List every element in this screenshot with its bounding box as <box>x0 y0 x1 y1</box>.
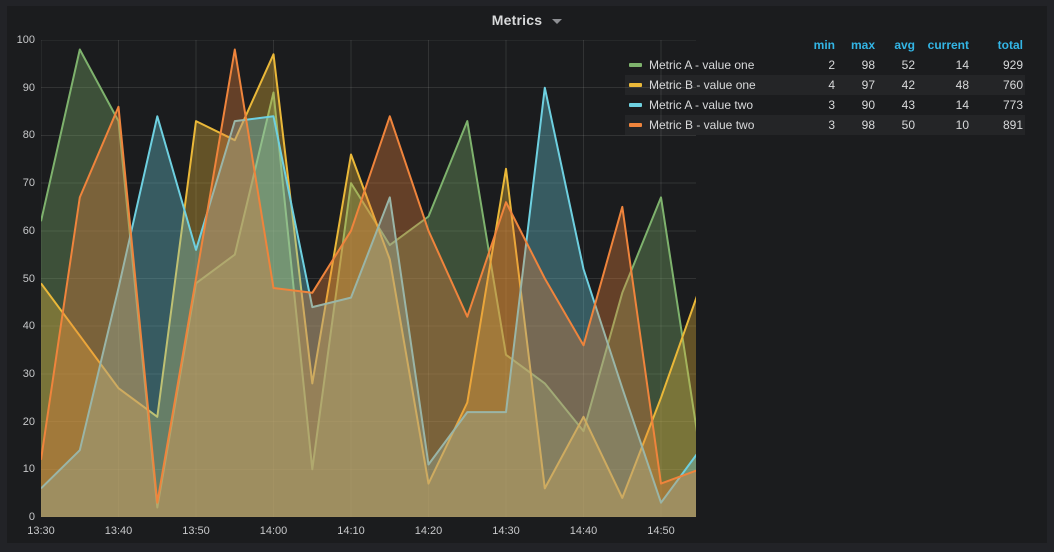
series-color-swatch[interactable] <box>629 103 642 107</box>
legend-row: Metric B - value one 4 97 42 48 760 <box>625 75 1025 95</box>
series-label[interactable]: Metric B - value two <box>649 118 754 132</box>
legend-series-toggle[interactable]: Metric B - value two <box>625 118 793 132</box>
panel-menu-caret-icon <box>552 19 563 24</box>
y-axis-label: 20 <box>22 415 35 428</box>
y-axis-label: 90 <box>22 81 35 94</box>
stat-min: 3 <box>828 118 835 132</box>
stat-current: 14 <box>955 98 969 112</box>
x-axis-label: 13:50 <box>182 525 210 537</box>
y-axis-label: 100 <box>16 34 35 46</box>
stat-min: 4 <box>828 78 835 92</box>
chart-svg <box>41 40 696 517</box>
x-axis-label: 13:30 <box>27 525 55 537</box>
stat-max: 90 <box>861 98 875 112</box>
legend-row: Metric B - value two 3 98 50 10 891 <box>625 115 1025 135</box>
stat-max: 98 <box>861 118 875 132</box>
legend-header-max[interactable]: max <box>837 38 877 52</box>
series-label[interactable]: Metric A - value one <box>649 58 754 72</box>
chart-area[interactable] <box>41 40 696 517</box>
legend-row: Metric A - value one 2 98 52 14 929 <box>625 55 1025 75</box>
series-color-swatch[interactable] <box>629 83 642 87</box>
legend-row: Metric A - value two 3 90 43 14 773 <box>625 95 1025 115</box>
stat-max: 98 <box>861 58 875 72</box>
legend-series-toggle[interactable]: Metric A - value one <box>625 58 793 72</box>
stat-avg: 42 <box>901 78 915 92</box>
stat-max: 97 <box>861 78 875 92</box>
x-axis-label: 14:00 <box>259 525 288 537</box>
legend-table: min max avg current total Metric A - val… <box>625 35 1025 135</box>
x-axis-label: 14:50 <box>647 525 675 537</box>
series-label[interactable]: Metric A - value two <box>649 98 753 112</box>
y-axis-label: 40 <box>22 320 35 333</box>
series-color-swatch[interactable] <box>629 63 642 67</box>
stat-min: 2 <box>828 58 835 72</box>
x-axis-label: 14:10 <box>337 525 365 537</box>
stat-total: 929 <box>1002 58 1023 72</box>
y-axis-label: 0 <box>28 511 35 523</box>
y-axis-label: 60 <box>22 224 35 237</box>
legend-header-avg[interactable]: avg <box>877 38 917 52</box>
y-axis-label: 30 <box>22 367 35 380</box>
y-axis-label: 70 <box>22 177 35 190</box>
metrics-panel: Metrics 100 90 80 70 60 50 40 30 20 10 0 13:30 13:4… <box>7 6 1047 543</box>
x-axis-label: 14:30 <box>492 525 520 537</box>
series-label[interactable]: Metric B - value one <box>649 78 756 92</box>
stat-total: 773 <box>1002 98 1023 112</box>
grafana-dashboard: Metrics 100 90 80 70 60 50 40 30 20 10 0 13:30 13:4… <box>0 0 1054 552</box>
panel-header[interactable]: Metrics <box>7 6 1047 34</box>
x-axis-label: 13:40 <box>104 525 133 537</box>
stat-total: 891 <box>1002 118 1023 132</box>
stat-avg: 43 <box>901 98 915 112</box>
legend-header-total[interactable]: total <box>971 38 1025 52</box>
stat-avg: 50 <box>901 118 915 132</box>
series-color-swatch[interactable] <box>629 123 642 127</box>
y-axis-label: 50 <box>22 272 35 285</box>
stat-avg: 52 <box>901 58 915 72</box>
stat-min: 3 <box>828 98 835 112</box>
stat-total: 760 <box>1002 78 1023 92</box>
x-axis-label: 14:20 <box>414 525 443 537</box>
legend-header-current[interactable]: current <box>917 38 971 52</box>
stat-current: 10 <box>955 118 969 132</box>
stat-current: 48 <box>955 78 969 92</box>
legend-header-row: min max avg current total <box>625 35 1025 55</box>
legend-header-min[interactable]: min <box>793 38 837 52</box>
x-axis-label: 14:40 <box>569 525 598 537</box>
legend-series-toggle[interactable]: Metric A - value two <box>625 98 793 112</box>
stat-current: 14 <box>955 58 969 72</box>
legend-series-toggle[interactable]: Metric B - value one <box>625 78 793 92</box>
y-axis-label: 80 <box>22 129 35 142</box>
y-axis-label: 10 <box>22 463 35 476</box>
panel-title[interactable]: Metrics <box>492 12 542 28</box>
